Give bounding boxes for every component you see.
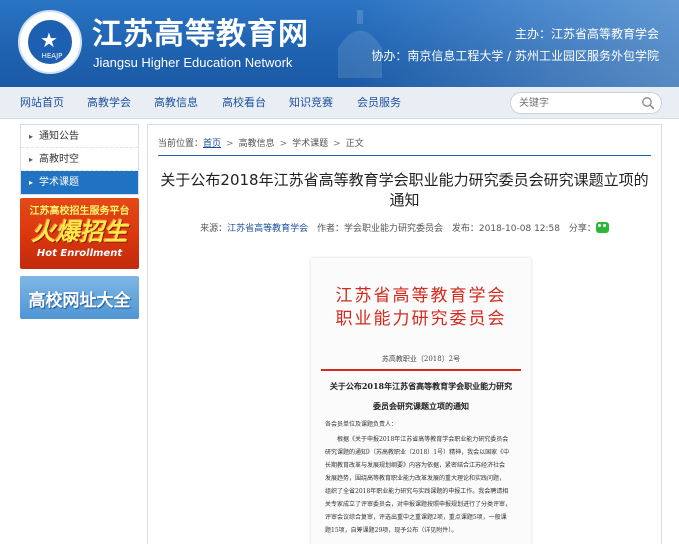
search-input[interactable] [519, 96, 637, 111]
nav-item-members[interactable]: 会员服务 [357, 96, 401, 110]
promo-headline: 火爆招生 [31, 218, 128, 246]
nav-item-society[interactable]: 高教学会 [87, 96, 131, 110]
host-organization: 主办：江苏省高等教育学会 [514, 27, 659, 41]
doc-body-line: 根据《关于申报2018年江苏省高等教育学会职业能力研究委员会 [325, 436, 509, 443]
nav-item-home[interactable]: 网站首页 [20, 96, 64, 110]
site-subtitle: Jiangsu Higher Education Network [93, 55, 293, 70]
promo-caption: 江苏高校招生服务平台 [29, 206, 130, 217]
site-title[interactable]: 江苏高等教育网 [92, 18, 309, 52]
sidebar-item-academic-topics[interactable]: ▸ 学术课题 [21, 171, 138, 194]
breadcrumb-separator: > [333, 139, 341, 149]
author-label: 作者： [316, 224, 344, 234]
publish-date: 2018-10-08 12:58 [478, 224, 561, 234]
article-meta: 来源：江苏省高等教育学会 作者：学会职业能力研究委员会 发布：2018-10-0… [158, 222, 651, 235]
triangle-right-icon: ▸ [29, 132, 34, 141]
university-directory-banner[interactable]: 高校网址大全 [20, 276, 139, 319]
doc-issuer-line1: 江苏省高等教育学会 [335, 286, 507, 306]
sidebar-item-label: 通知公告 [39, 131, 79, 142]
building-dome-graphic [338, 10, 382, 78]
sidebar-item-spacetime[interactable]: ▸ 高教时空 [21, 148, 138, 171]
breadcrumb: 当前位置：首页 > 高教信息 > 学术课题 > 正文 [158, 138, 364, 150]
breadcrumb-prefix: 当前位置： [158, 139, 204, 149]
breadcrumb-current: 正文 [345, 139, 364, 149]
logo-text: HEAJP [41, 52, 63, 60]
article-panel: 当前位置：首页 > 高教信息 > 学术课题 > 正文 关于公布2018年江苏省高等教育学会职… [147, 124, 662, 544]
doc-title-line2: 委员会研究课题立项的通知 [373, 401, 469, 411]
wechat-share-icon[interactable] [595, 222, 609, 233]
promo-english: Hot Enrollment [36, 248, 123, 259]
logo-emblem: ★ HEAJP [26, 18, 74, 66]
nav-item-info[interactable]: 高教信息 [154, 96, 198, 110]
breadcrumb-divider [158, 155, 651, 156]
doc-body-line: 关专家成立了评审委员会，对申报课题按照申报规划进行了分类评审， [325, 501, 512, 508]
doc-body-line: 题15项，自筹课题29项，现予公布（详见附件）。 [325, 527, 458, 534]
doc-red-divider [321, 369, 521, 371]
promo-directory-text: 高校网址大全 [28, 291, 131, 311]
doc-salutation: 各会员单位及课题负责人： [325, 421, 398, 428]
doc-body-line: 长期教育改革与发展规划纲要》内容为依据，紧密结合江苏经济社会 [325, 462, 506, 469]
triangle-right-icon: ▸ [29, 155, 34, 164]
sidebar-item-notices[interactable]: ▸ 通知公告 [21, 125, 138, 148]
doc-number: 苏高教职业〔2018〕2号 [381, 355, 461, 363]
doc-body-line: 研究课题的通知》（苏高教职业〔2018〕1号）精神，我会以国家《中 [325, 449, 510, 456]
breadcrumb-separator: > [226, 139, 234, 149]
search-icon[interactable] [641, 96, 655, 110]
triangle-right-icon: ▸ [29, 178, 34, 187]
article-title: 关于公布2018年江苏省高等教育学会职业能力研究委员会研究课题立项的通知 [160, 171, 649, 209]
doc-issuer-line2: 职业能力研究委员会 [335, 309, 507, 329]
doc-body-line: 组织了全省2018年职业能力研究与实践课题的申报工作。我会聘请相 [325, 488, 509, 495]
sidebar-item-label: 高教时空 [39, 154, 79, 165]
doc-body-line: 发展趋势，围绕高等教育职业能力改革发展的重大理论和实践问题， [325, 475, 506, 482]
sidebar-menu: ▸ 通知公告 ▸ 高教时空 ▸ 学术课题 [20, 124, 139, 195]
doc-title-line1: 关于公布2018年江苏省高等教育学会职业能力研究 [329, 381, 513, 391]
nav-item-quiz[interactable]: 知识竞赛 [289, 96, 333, 110]
breadcrumb-separator: > [279, 139, 288, 149]
breadcrumb-topics[interactable]: 学术课题 [292, 139, 328, 149]
author-value: 学会职业能力研究委员会 [344, 224, 444, 234]
sidebar-item-label: 学术课题 [39, 177, 79, 188]
enrollment-promo-banner[interactable]: 江苏高校招生服务平台 火爆招生 Hot Enrollment [20, 198, 139, 269]
breadcrumb-info[interactable]: 高教信息 [239, 139, 275, 149]
document-scan: 江苏省高等教育学会 职业能力研究委员会 苏高教职业〔2018〕2号 关于公布20… [311, 258, 531, 544]
header-backdrop [349, 0, 679, 87]
star-icon: ★ [40, 28, 58, 52]
breadcrumb-home-link[interactable]: 首页 [203, 139, 221, 149]
main-nav: 网站首页 高教学会 高教信息 高校看台 知识竞赛 会员服务 [0, 87, 679, 119]
source-label: 来源： [200, 224, 228, 234]
search-box [510, 92, 662, 114]
co-host-organizations: 协办：南京信息工程大学 / 苏州工业园区服务外包学院 [371, 49, 659, 63]
source-link[interactable]: 江苏省高等教育学会 [227, 224, 308, 234]
doc-body-line: 评审会议综合复审，评选出重中之重课题2项，重点课题5项，一般课 [325, 514, 507, 521]
page-root: ★ HEAJP 江苏高等教育网 Jiangsu Higher Education… [0, 0, 679, 544]
date-label: 发布： [451, 224, 479, 234]
site-logo[interactable]: ★ HEAJP [18, 10, 82, 74]
share-label: 分享： [568, 224, 596, 234]
nav-item-campus[interactable]: 高校看台 [222, 96, 266, 110]
site-header: ★ HEAJP 江苏高等教育网 Jiangsu Higher Education… [0, 0, 679, 87]
